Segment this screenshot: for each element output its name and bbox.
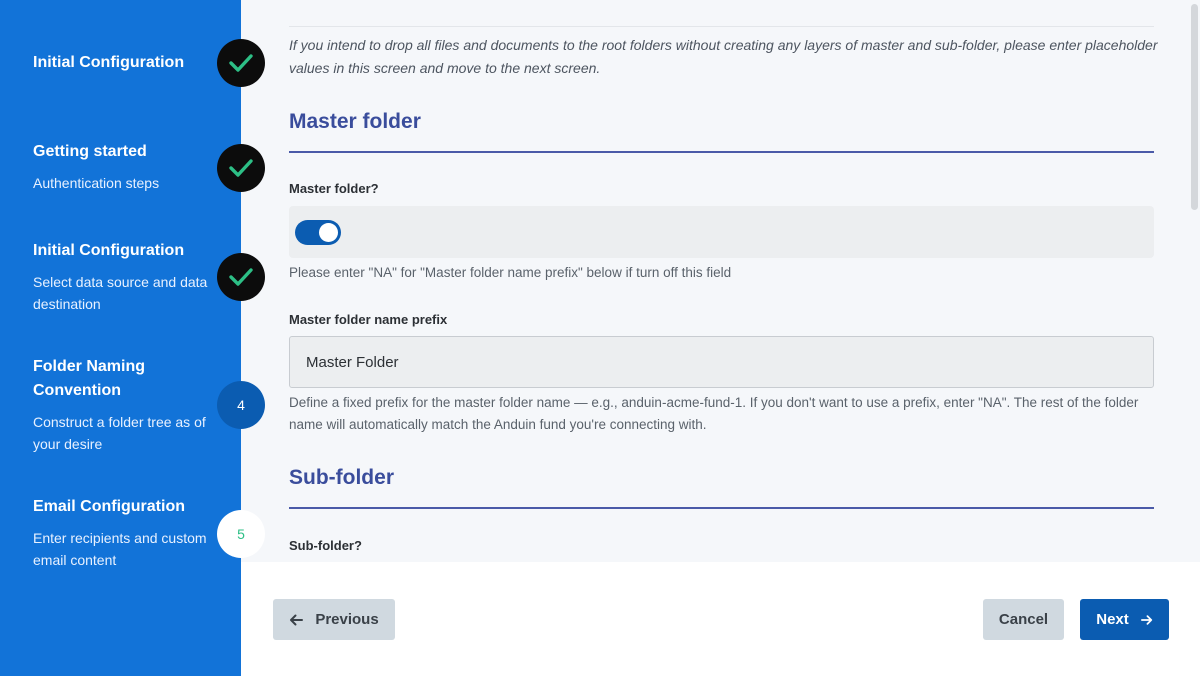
step-complete-badge [217,39,265,87]
step-current-badge: 4 [217,381,265,429]
step-folder-naming[interactable]: Folder Naming Convention Construct a fol… [33,355,223,455]
check-icon [229,54,253,72]
step-data-source[interactable]: Initial Configuration Select data source… [33,239,223,315]
step-subtitle: Enter recipients and custom email conten… [33,530,207,568]
step-title: Email Configuration [33,498,185,515]
previous-button[interactable]: Previous [273,599,395,640]
toggle-knob [319,223,338,242]
master-folder-toggle[interactable] [295,220,341,245]
cancel-label: Cancel [998,611,1049,628]
arrow-right-icon [1140,614,1153,626]
step-complete-badge [217,253,265,301]
step-pending-badge: 5 [217,510,265,558]
step-title: Folder Naming Convention [33,358,146,399]
step-initial-configuration[interactable]: Initial Configuration [33,51,223,75]
step-title: Getting started [33,143,147,160]
sub-folder-toggle-label: Sub-folder? [289,538,362,553]
section-divider [289,507,1154,509]
main-content: If you intend to drop all files and docu… [241,0,1200,562]
section-title-sub-folder: Sub-folder [289,466,394,489]
next-label: Next [1096,611,1129,628]
step-subtitle: Select data source and data destination [33,274,208,312]
step-email-configuration[interactable]: Email Configuration Enter recipients and… [33,495,223,571]
scrollbar-thumb[interactable] [1191,4,1198,210]
master-folder-toggle-row [289,206,1154,258]
wizard-sidebar: Initial Configuration Getting started Au… [0,0,241,676]
next-button[interactable]: Next [1080,599,1169,640]
master-folder-prefix-help: Define a fixed prefix for the master fol… [289,395,1139,432]
cancel-button[interactable]: Cancel [983,599,1064,640]
intro-note: If you intend to drop all files and docu… [289,37,1158,76]
step-title: Initial Configuration [33,242,185,259]
wizard-footer: Previous Cancel Next [241,562,1200,676]
step-title: Initial Configuration [33,54,185,71]
section-divider [289,151,1154,153]
master-folder-toggle-label: Master folder? [289,181,379,196]
step-subtitle: Construct a folder tree as of your desir… [33,414,206,452]
check-icon [229,159,253,177]
step-subtitle: Authentication steps [33,175,160,191]
previous-label: Previous [315,611,379,628]
master-folder-prefix-label: Master folder name prefix [289,312,448,327]
check-icon [229,268,253,286]
arrow-left-icon [289,613,304,627]
scrollbar[interactable] [1188,0,1200,562]
master-folder-toggle-help: Please enter "NA" for "Master folder nam… [289,265,732,280]
section-title-master-folder: Master folder [289,110,421,133]
step-complete-badge [217,144,265,192]
step-getting-started[interactable]: Getting started Authentication steps [33,140,223,194]
master-folder-prefix-input[interactable] [289,336,1154,388]
divider [289,26,1154,27]
